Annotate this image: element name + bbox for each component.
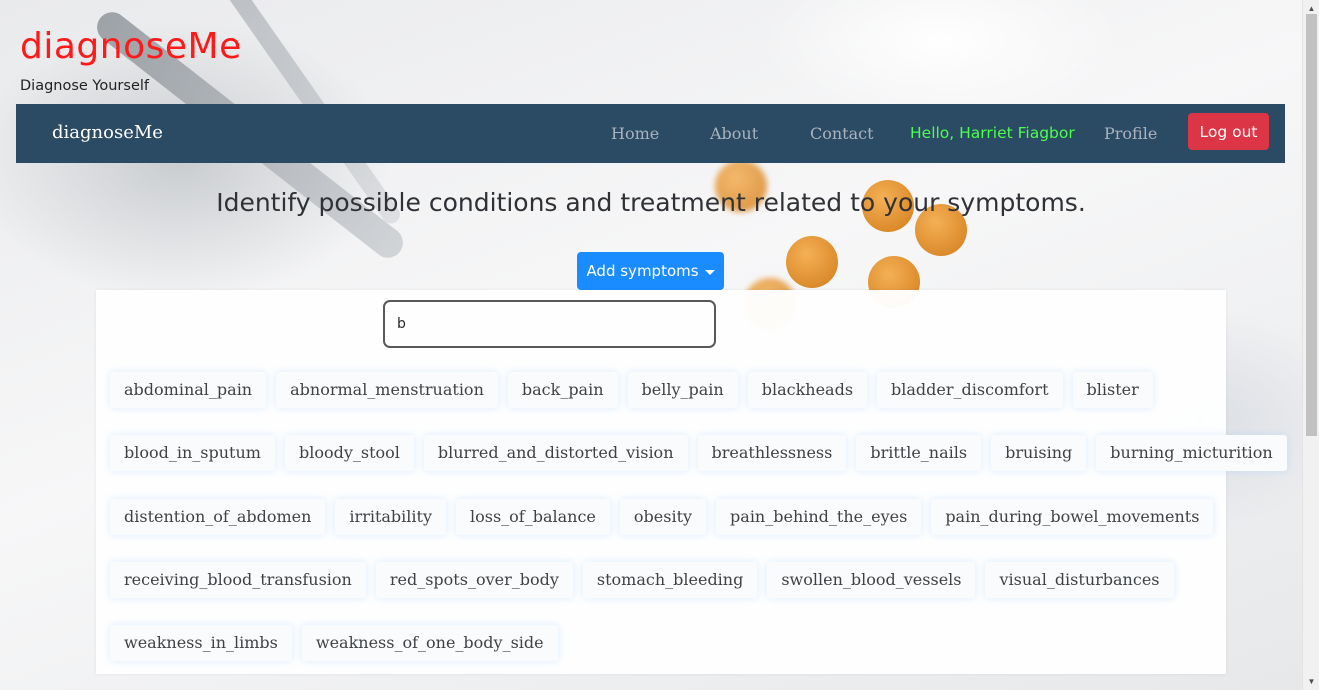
symptom-option[interactable]: blurred_and_distorted_vision [423,435,688,471]
user-greeting: Hello, Harriet Fiagbor [910,124,1075,142]
add-symptoms-button[interactable]: Add symptoms [577,252,724,290]
navbar: diagnoseMe Home About Contact Hello, Har… [16,104,1285,163]
symptom-option[interactable]: irritability [335,499,446,535]
symptom-row: blood_in_sputum bloody_stool blurred_and_d… [110,435,1297,471]
page-scrollbar[interactable]: ▲ ▼ [1302,0,1319,690]
scroll-thumb[interactable] [1306,14,1317,436]
symptom-option[interactable]: bladder_discomfort [877,372,1063,408]
site-tagline: Diagnose Yourself [20,78,149,94]
symptoms-dropdown: abdominal_painabnormal_menstruationback_… [96,290,1287,674]
site-brand: diagnoseMe [20,26,242,67]
symptom-option[interactable]: blister [1072,372,1153,408]
symptom-option[interactable]: loss_of_balance [455,499,610,535]
symptom-option[interactable]: abnormal_menstruation [276,372,498,408]
symptom-option[interactable]: brittle_nails [856,435,982,471]
symptom-option[interactable]: stomach_bleeding [582,562,758,598]
symptom-option[interactable]: swollen_blood_vessels [767,562,976,598]
caret-down-icon [704,269,715,275]
nav-link-profile[interactable]: Profile [1104,124,1157,143]
scroll-down-arrow-icon[interactable]: ▼ [1303,673,1319,690]
symptom-option[interactable]: burning_micturition [1096,435,1287,471]
symptom-option[interactable]: visual_disturbances [985,562,1174,598]
symptom-option[interactable]: obesity [619,499,707,535]
symptom-search-input[interactable] [383,300,716,348]
symptom-row: receiving_blood_transfusion red_spots_ove… [110,562,1184,598]
symptom-option[interactable]: receiving_blood_transfusion [110,562,366,598]
nav-link-contact[interactable]: Contact [810,124,874,143]
symptom-option[interactable]: abdominal_pain [110,372,267,408]
symptom-option[interactable]: back_pain [507,372,618,408]
symptom-option[interactable]: weakness_of_one_body_side [301,625,558,661]
logout-button[interactable]: Log out [1188,113,1269,150]
pill-decoration [786,236,838,288]
symptom-option[interactable]: blood_in_sputum [110,435,275,471]
symptom-option[interactable]: red_spots_over_body [375,562,573,598]
symptom-option[interactable]: belly_pain [627,372,738,408]
symptom-option[interactable]: distention_of_abdomen [110,499,326,535]
add-symptoms-label: Add symptoms [586,262,699,280]
nav-link-about[interactable]: About [710,124,758,143]
symptom-option[interactable]: breathlessness [697,435,847,471]
symptom-row: abdominal_pain abnormal_menstruation back_… [110,372,1163,408]
symptom-row: distention_of_abdomen irritability loss_of… [110,499,1223,535]
page-headline: Identify possible conditions and treatme… [216,188,1086,217]
symptom-option[interactable]: blackheads [747,372,868,408]
symptom-option[interactable]: pain_during_bowel_movements [931,499,1214,535]
symptom-row: weakness_in_limbs weakness_of_one_body_si… [110,625,568,661]
symptom-option[interactable]: pain_behind_the_eyes [716,499,922,535]
symptom-option[interactable]: bloody_stool [284,435,414,471]
symptom-option[interactable]: weakness_in_limbs [110,625,292,661]
nav-link-home[interactable]: Home [611,124,659,143]
symptom-option[interactable]: bruising [991,435,1087,471]
navbar-brand[interactable]: diagnoseMe [52,122,163,143]
